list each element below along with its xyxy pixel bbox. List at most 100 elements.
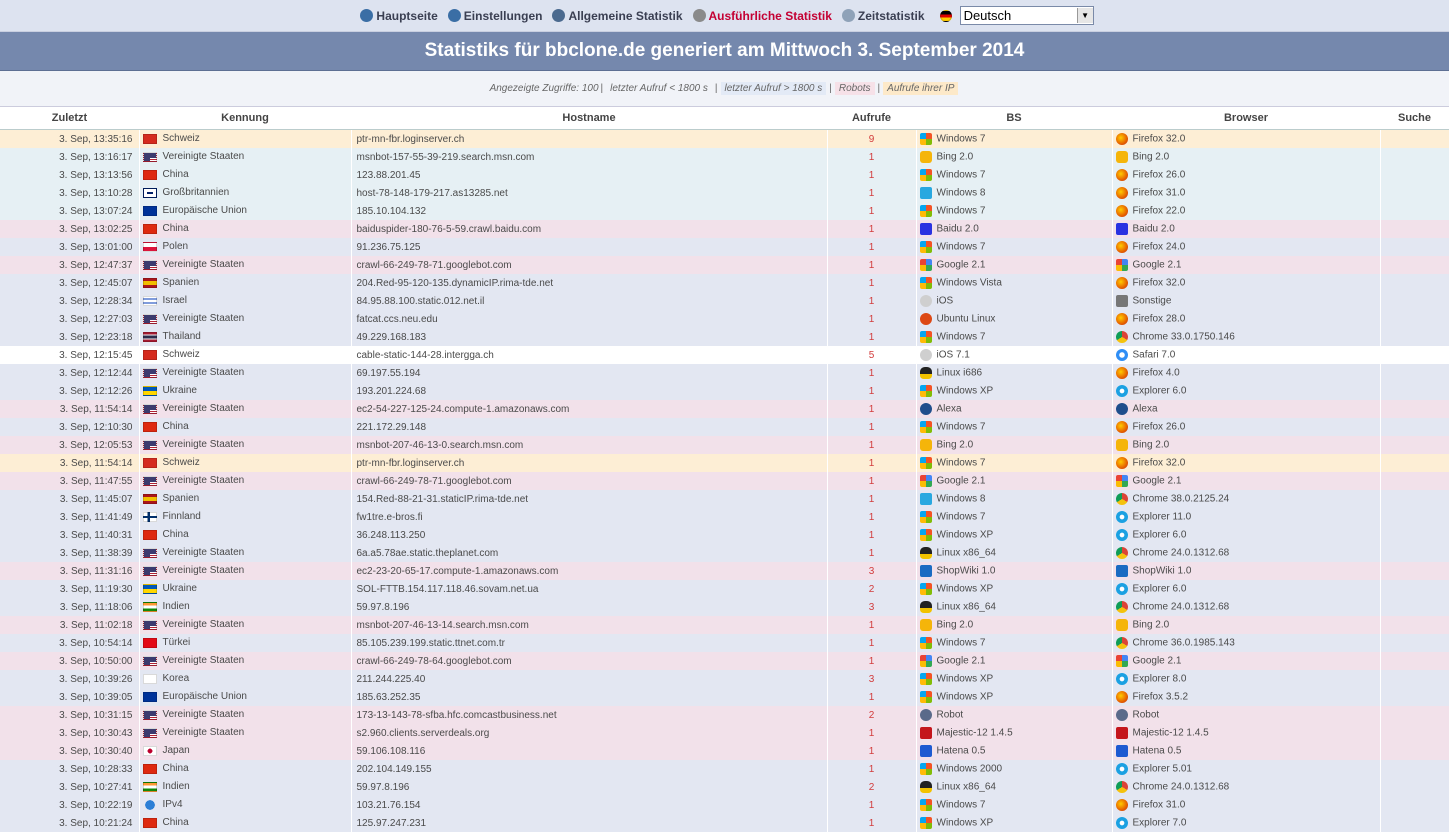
nav-item-2[interactable]: Allgemeine Statistik (552, 9, 683, 23)
nav-item-0[interactable]: Hauptseite (360, 9, 438, 23)
browser-label: Explorer 8.0 (1132, 673, 1187, 685)
nav-item-4[interactable]: Zeitstatistik (841, 9, 925, 23)
table-row: 3. Sep, 12:23:18 Thailand 49.229.168.183 1 W… (0, 328, 1449, 346)
us-flag-icon (142, 565, 157, 576)
search-cell (1380, 220, 1449, 238)
os-label: Windows 7 (936, 457, 986, 469)
table-row: 3. Sep, 13:35:16 Schweiz ptr-mn-fbr.logins… (0, 129, 1449, 148)
us-flag-icon (142, 619, 157, 630)
country-label: Europäische Union (162, 691, 248, 703)
country-label: China (162, 529, 189, 541)
table-row: 3. Sep, 12:15:45 Schweiz cable-static-144-… (0, 346, 1449, 364)
search-cell (1380, 778, 1449, 796)
os-cell: Windows 7 (916, 129, 1113, 148)
os-label: Windows 7 (936, 169, 986, 181)
os-cell: Windows XP (916, 526, 1113, 544)
host-cell: ec2-54-227-125-24.compute-1.amazonaws.co… (351, 400, 828, 418)
col-browser[interactable]: Browser (1112, 107, 1380, 130)
col-id[interactable]: Kennung (139, 107, 351, 130)
page-title: Statistiks für bbclone.de generiert am M… (0, 32, 1449, 71)
country-label: Vereinigte Staaten (162, 619, 245, 631)
firefox-icon (1115, 187, 1128, 199)
country-cell: Finnland (139, 508, 352, 526)
browser-cell: Firefox 4.0 (1112, 364, 1381, 382)
time-cell: 3. Sep, 12:05:53 (0, 436, 140, 454)
time-cell: 3. Sep, 12:12:26 (0, 382, 140, 400)
filter-last-gt[interactable]: letzter Aufruf > 1800 s (720, 82, 827, 95)
nav-item-3[interactable]: Ausführliche Statistik (692, 9, 832, 23)
os-cell: Google 2.1 (916, 256, 1113, 274)
hits-cell: 2 (827, 706, 917, 724)
country-label: Vereinigte Staaten (162, 403, 245, 415)
hits-cell: 1 (827, 274, 917, 292)
search-cell (1380, 202, 1449, 220)
filter-last-lt[interactable]: letzter Aufruf < 1800 s (606, 82, 712, 95)
os-cell: iOS 7.1 (916, 346, 1113, 364)
hits-cell: 1 (827, 400, 917, 418)
top-navigation: Hauptseite Einstellungen Allgemeine Statis… (0, 0, 1449, 32)
filter-own-ip[interactable]: Aufrufe ihrer IP (883, 82, 959, 95)
col-hits[interactable]: Aufrufe (827, 107, 916, 130)
nav-item-1[interactable]: Einstellungen (447, 8, 543, 23)
os-cell: Bing 2.0 (916, 148, 1113, 166)
browser-cell: Robot (1112, 706, 1381, 724)
country-cell: Vereinigte Staaten (139, 436, 352, 454)
country-cell: Spanien (139, 490, 352, 508)
country-label: Europäische Union (162, 205, 248, 217)
browser-label: Firefox 31.0 (1132, 799, 1186, 811)
search-cell (1380, 400, 1449, 418)
country-label: Vereinigte Staaten (162, 313, 245, 325)
browser-label: Google 2.1 (1132, 475, 1182, 487)
firefox-icon (1115, 313, 1128, 325)
country-label: Vereinigte Staaten (162, 259, 245, 271)
host-cell: 185.63.252.35 (351, 688, 828, 706)
search-cell (1380, 508, 1449, 526)
os-cell: Windows 7 (916, 634, 1113, 652)
search-cell (1380, 328, 1449, 346)
table-row: 3. Sep, 10:50:00 Vereinigte Staaten crawl-… (0, 652, 1449, 670)
table-row: 3. Sep, 13:10:28 Großbritannien host-78-14… (0, 184, 1449, 202)
country-cell: Vereinigte Staaten (139, 256, 352, 274)
browser-label: Chrome 24.0.1312.68 (1132, 601, 1230, 613)
search-cell (1380, 724, 1449, 742)
os-cell: Google 2.1 (916, 472, 1113, 490)
browser-label: Alexa (1132, 403, 1158, 415)
country-label: Israel (162, 295, 187, 307)
table-row: 3. Sep, 12:47:37 Vereinigte Staaten crawl-… (0, 256, 1449, 274)
time-cell: 3. Sep, 12:28:34 (0, 292, 140, 310)
windows-icon (919, 763, 932, 775)
host-cell: 103.21.76.154 (351, 796, 828, 814)
host-cell: 125.97.247.231 (351, 814, 828, 832)
cn-flag-icon (142, 763, 157, 774)
hits-cell: 1 (827, 436, 917, 454)
search-cell (1380, 688, 1449, 706)
time-cell: 3. Sep, 11:02:18 (0, 616, 140, 634)
nav-item-label: Einstellungen (463, 8, 543, 23)
baidu-icon (1115, 223, 1128, 235)
bing-icon (919, 439, 932, 451)
col-search[interactable]: Suche (1380, 107, 1449, 130)
search-cell (1380, 148, 1449, 166)
hits-cell: 1 (827, 310, 917, 328)
explorer-icon (1115, 763, 1128, 775)
windows-icon (919, 817, 932, 829)
hits-cell: 1 (827, 454, 917, 472)
filter-robots[interactable]: Robots (834, 82, 875, 95)
host-cell: 202.104.149.155 (351, 760, 828, 778)
search-cell (1380, 706, 1449, 724)
host-cell: ptr-mn-fbr.loginserver.ch (351, 454, 828, 472)
majestic-icon (919, 727, 932, 739)
os-cell: Linux x86_64 (916, 544, 1113, 562)
col-os[interactable]: BS (916, 107, 1112, 130)
eu-flag-icon (142, 691, 157, 702)
chevron-down-icon[interactable]: ▼ (1076, 8, 1093, 23)
country-label: Polen (162, 241, 189, 253)
search-cell (1380, 616, 1449, 634)
search-cell (1380, 256, 1449, 274)
time-cell: 3. Sep, 13:16:17 (0, 148, 140, 166)
col-time[interactable]: Zuletzt (0, 107, 139, 130)
col-host[interactable]: Hostname (351, 107, 827, 130)
country-cell: Ukraine (139, 580, 352, 598)
language-select[interactable]: Deutsch ▼ (959, 6, 1094, 25)
firefox-icon (1115, 205, 1128, 217)
